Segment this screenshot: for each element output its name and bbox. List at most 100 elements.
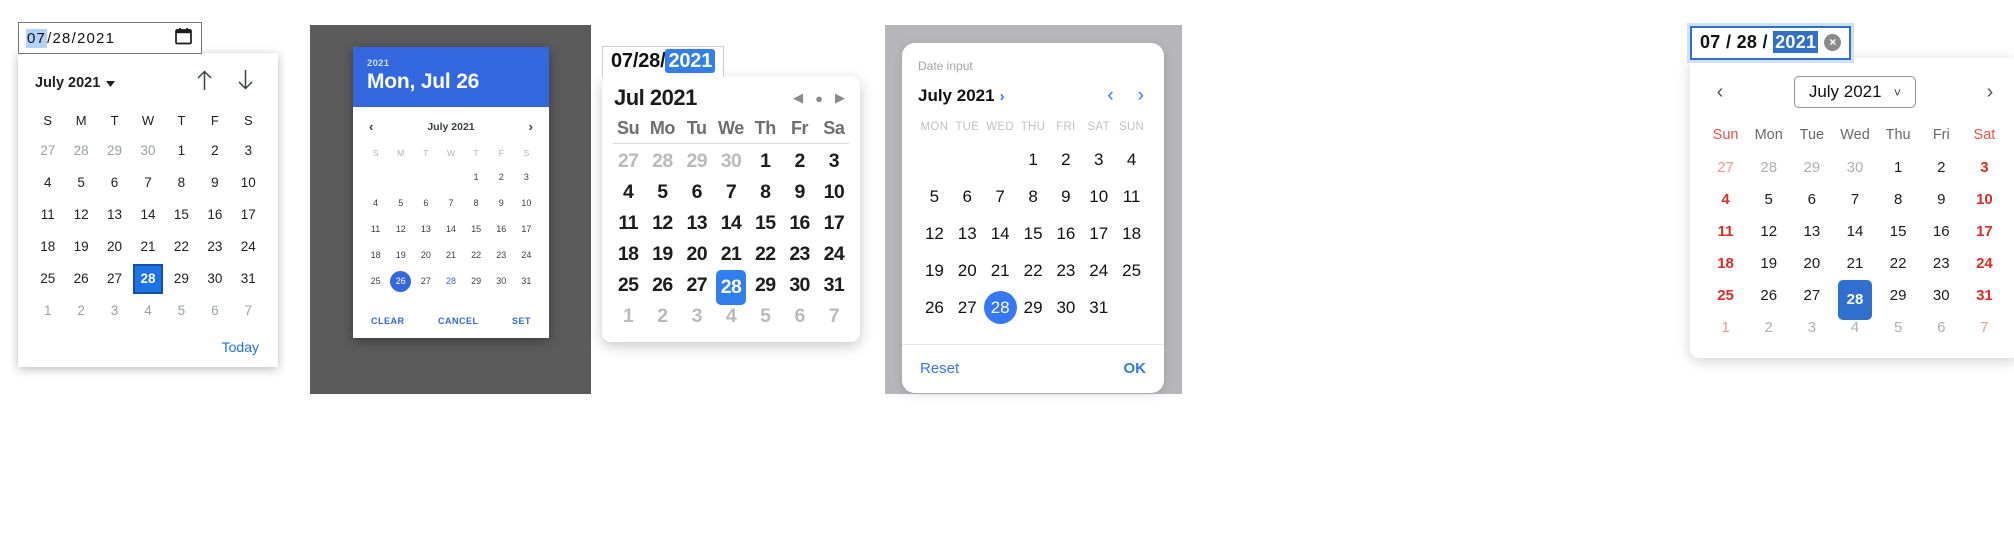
calendar-day[interactable]: 4 (714, 301, 748, 332)
calendar-day[interactable]: 10 (1963, 184, 2006, 216)
calendar-day[interactable]: 8 (464, 190, 489, 216)
calendar-day[interactable]: 22 (1877, 248, 1920, 280)
calendar-day[interactable]: 27 (611, 146, 645, 177)
arrow-up-icon[interactable] (195, 69, 214, 96)
calendar-day[interactable]: 1 (1017, 141, 1050, 178)
calendar-day[interactable]: 1 (165, 135, 198, 167)
calendar-day[interactable]: 23 (1049, 252, 1082, 289)
date-segment-year[interactable]: 2021 (77, 30, 115, 47)
calendar-day[interactable]: 13 (680, 208, 714, 239)
calendar-day[interactable]: 8 (165, 167, 198, 199)
calendar-day[interactable]: 12 (918, 215, 951, 252)
calendar-day[interactable]: 22 (1017, 252, 1050, 289)
ok-button[interactable]: OK (1124, 360, 1147, 377)
calendar-day[interactable]: 12 (645, 208, 679, 239)
calendar-day-selected[interactable]: 28 (983, 289, 1017, 326)
calendar-day[interactable]: 8 (748, 177, 782, 208)
calendar-day[interactable]: 29 (165, 263, 198, 295)
calendar-day[interactable]: 1 (31, 295, 64, 327)
calendar-day[interactable]: 31 (514, 268, 539, 294)
calendar-day[interactable]: 25 (1115, 252, 1148, 289)
calendar-day[interactable]: 11 (1704, 216, 1747, 248)
calendar-day[interactable]: 24 (1963, 248, 2006, 280)
set-button[interactable]: SET (512, 316, 531, 326)
dot-icon[interactable]: ● (815, 91, 823, 106)
calendar-day[interactable]: 1 (1704, 312, 1747, 344)
calendar-day[interactable]: 14 (438, 216, 463, 242)
calendar-day[interactable]: 26 (64, 263, 97, 295)
calendar-day[interactable]: 15 (748, 208, 782, 239)
calendar-day[interactable]: 14 (131, 199, 164, 231)
calendar-day[interactable]: 14 (714, 208, 748, 239)
calendar-day[interactable]: 9 (489, 190, 514, 216)
calendar-day[interactable]: 2 (1920, 152, 1963, 184)
calendar-day[interactable]: 8 (1877, 184, 1920, 216)
calendar-day[interactable]: 30 (714, 146, 748, 177)
calendar-day[interactable]: 6 (1920, 312, 1963, 344)
calendar-day[interactable]: 3 (232, 135, 265, 167)
calendar-day[interactable]: 31 (817, 270, 851, 301)
calendar-day[interactable]: 18 (363, 242, 388, 268)
chevron-left-icon[interactable]: ‹ (369, 119, 373, 134)
selected-date[interactable]: Mon, Jul 26 (367, 70, 535, 94)
calendar-day-selected[interactable]: 28 (714, 270, 748, 305)
calendar-day[interactable]: 6 (1790, 184, 1833, 216)
calendar-day[interactable]: 10 (1082, 178, 1115, 215)
date-segment-year[interactable]: 2021 (1773, 31, 1819, 53)
calendar-day[interactable]: 25 (363, 268, 388, 294)
calendar-day[interactable]: 13 (413, 216, 438, 242)
date-segment-day[interactable]: 28 (52, 30, 71, 47)
calendar-day[interactable]: 21 (438, 242, 463, 268)
calendar-day[interactable]: 16 (1920, 216, 1963, 248)
calendar-day[interactable]: 3 (1963, 152, 2006, 184)
date-segment-month[interactable]: 07 (26, 28, 48, 48)
calendar-day[interactable]: 27 (1790, 280, 1833, 312)
calendar-day[interactable]: 3 (817, 146, 851, 177)
calendar-day-selected[interactable]: 28 (1833, 280, 1876, 320)
calendar-day[interactable]: 27 (1704, 152, 1747, 184)
calendar-day[interactable]: 6 (951, 178, 984, 215)
calendar-day[interactable]: 20 (951, 252, 984, 289)
calendar-day[interactable]: 29 (680, 146, 714, 177)
calendar-day[interactable]: 11 (611, 208, 645, 239)
chevron-left-icon[interactable]: ‹ (1107, 85, 1113, 107)
calendar-day[interactable]: 17 (232, 199, 265, 231)
calendar-day[interactable]: 4 (611, 177, 645, 208)
calendar-day[interactable]: 5 (1747, 184, 1790, 216)
calendar-day[interactable]: 5 (64, 167, 97, 199)
calendar-day[interactable]: 7 (1833, 184, 1876, 216)
calendar-day[interactable]: 5 (918, 178, 951, 215)
dialog-header[interactable]: 2021 Mon, Jul 26 (353, 47, 549, 107)
calendar-day[interactable]: 20 (1790, 248, 1833, 280)
date-segment-month[interactable]: 07 (611, 50, 633, 72)
calendar-day[interactable]: 19 (918, 252, 951, 289)
calendar-day[interactable]: 20 (680, 239, 714, 270)
calendar-day[interactable]: 22 (748, 239, 782, 270)
calendar-day[interactable]: 22 (165, 231, 198, 263)
calendar-day[interactable]: 17 (1082, 215, 1115, 252)
calendar-day[interactable]: 29 (1790, 152, 1833, 184)
calendar-day[interactable]: 11 (31, 199, 64, 231)
calendar-day[interactable]: 28 (438, 268, 463, 294)
calendar-day[interactable]: 30 (782, 270, 816, 301)
calendar-day[interactable]: 3 (1082, 141, 1115, 178)
calendar-day[interactable]: 2 (64, 295, 97, 327)
calendar-day[interactable]: 13 (951, 215, 984, 252)
month-year-dropdown[interactable]: July 2021 (35, 75, 116, 91)
calendar-day[interactable]: 13 (98, 199, 131, 231)
calendar-day[interactable]: 21 (714, 239, 748, 270)
calendar-day[interactable]: 27 (951, 289, 984, 326)
calendar-day[interactable]: 11 (363, 216, 388, 242)
calendar-day[interactable]: 16 (198, 199, 231, 231)
calendar-day[interactable]: 3 (514, 164, 539, 190)
calendar-day[interactable]: 24 (232, 231, 265, 263)
clear-circle-icon[interactable]: × (1824, 34, 1842, 51)
calendar-day[interactable]: 12 (1747, 216, 1790, 248)
calendar-day[interactable]: 2 (782, 146, 816, 177)
calendar-day[interactable]: 30 (1833, 152, 1876, 184)
arrow-down-icon[interactable] (236, 69, 255, 96)
chevron-left-icon[interactable]: ‹ (1710, 81, 1730, 104)
calendar-day[interactable]: 16 (782, 208, 816, 239)
calendar-day[interactable]: 4 (31, 167, 64, 199)
calendar-day[interactable]: 18 (611, 239, 645, 270)
